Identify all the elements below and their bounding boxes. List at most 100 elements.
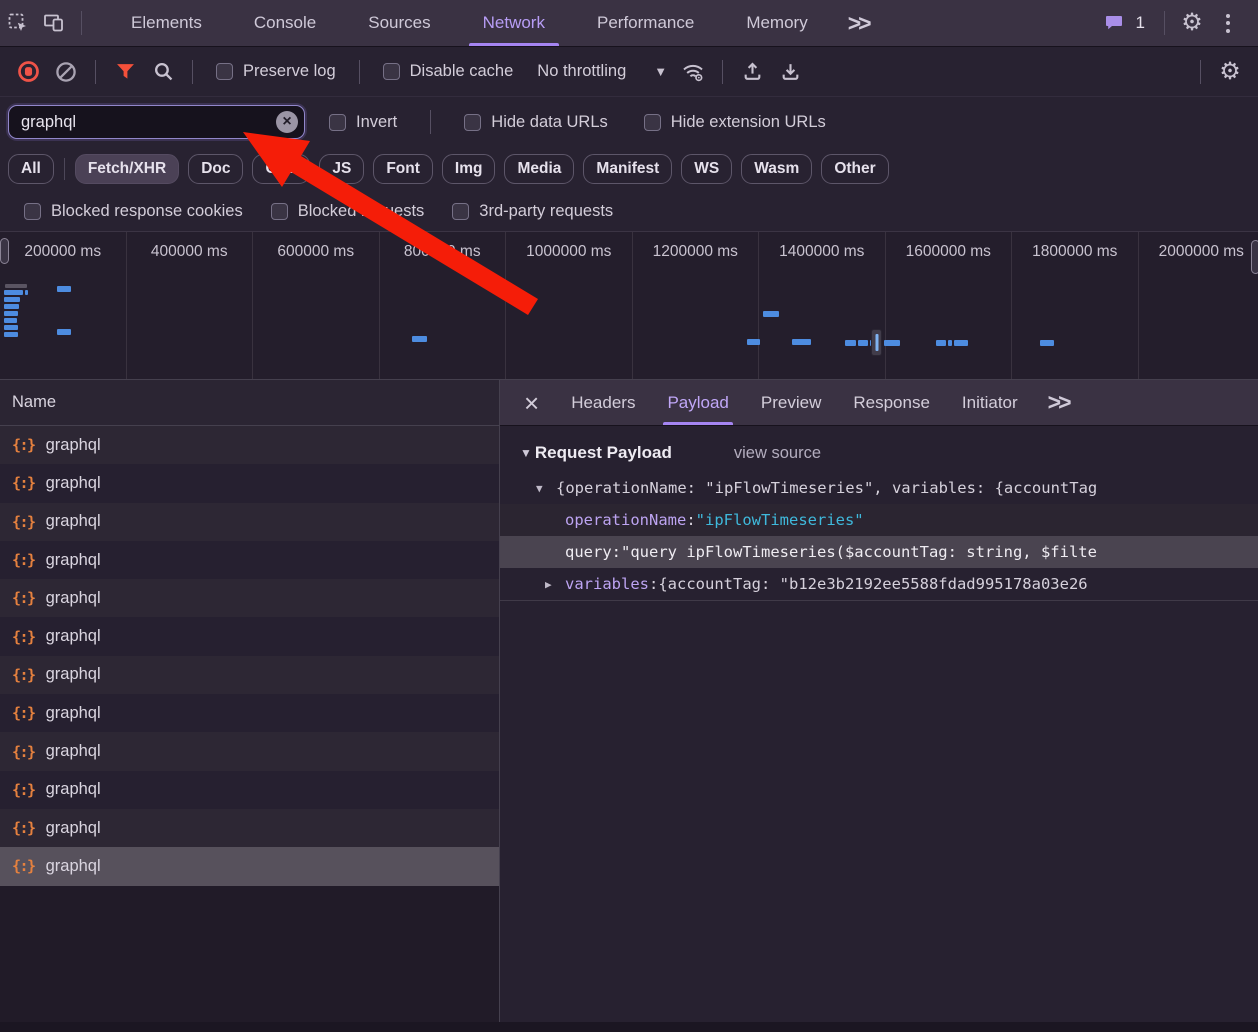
details-tab-response[interactable]: Response <box>837 380 946 425</box>
export-har-icon[interactable] <box>772 54 808 90</box>
timeline-activity-bar <box>57 286 71 292</box>
request-row[interactable]: {:}graphql <box>0 617 499 655</box>
payload-operation-name-row[interactable]: operationName: "ipFlowTimeseries" <box>500 504 1258 536</box>
search-icon[interactable] <box>145 54 181 90</box>
request-row[interactable]: {:}graphql <box>0 809 499 847</box>
timeline-activity-bar <box>936 340 946 346</box>
details-tab-payload[interactable]: Payload <box>651 380 744 425</box>
request-options-row: Blocked response cookies Blocked requests… <box>0 191 1258 232</box>
checkbox-box[interactable] <box>216 63 233 80</box>
record-network-log-icon[interactable] <box>10 54 46 90</box>
timeline-column: 1800000 ms <box>1012 232 1139 379</box>
disclosure-collapsed-icon[interactable]: ▶ <box>545 578 565 591</box>
filter-chip-ws[interactable]: WS <box>681 154 732 184</box>
tab-network[interactable]: Network <box>457 0 571 46</box>
more-tabs-icon[interactable]: >> <box>1048 389 1069 416</box>
filter-chip-css[interactable]: CSS <box>252 154 310 184</box>
preserve-log-checkbox[interactable]: Preserve log <box>216 62 336 81</box>
request-row[interactable]: {:}graphql <box>0 694 499 732</box>
filter-input[interactable]: graphql × <box>8 105 305 139</box>
hide-extension-urls-checkbox[interactable]: Hide extension URLs <box>644 113 826 132</box>
network-filter-row: graphql × Invert Hide data URLs Hide ext… <box>0 97 1258 147</box>
payload-summary-row[interactable]: ▼{operationName: "ipFlowTimeseries", var… <box>500 472 1258 504</box>
filter-chip-other[interactable]: Other <box>821 154 888 184</box>
filter-chip-img[interactable]: Img <box>442 154 496 184</box>
checkbox-box[interactable] <box>271 203 288 220</box>
network-overview-timeline[interactable]: 200000 ms400000 ms600000 ms800000 ms1000… <box>0 232 1258 380</box>
checkbox-blocked-response-cookies[interactable]: Blocked response cookies <box>24 202 243 221</box>
disable-cache-checkbox[interactable]: Disable cache <box>383 62 514 81</box>
timeline-tick-label: 1400000 ms <box>779 243 864 260</box>
clear-network-log-icon[interactable] <box>48 54 84 90</box>
checkbox-3rd-party-requests[interactable]: 3rd-party requests <box>452 202 613 221</box>
close-icon[interactable]: × <box>520 390 543 416</box>
request-name: graphql <box>46 512 101 531</box>
timeline-column: 1200000 ms <box>633 232 760 379</box>
request-row[interactable]: {:}graphql <box>0 732 499 770</box>
checkbox-label: Blocked response cookies <box>51 202 243 221</box>
filter-funnel-icon[interactable] <box>107 54 143 90</box>
filter-chip-all[interactable]: All <box>8 154 54 184</box>
tab-performance[interactable]: Performance <box>571 0 720 46</box>
tab-memory[interactable]: Memory <box>720 0 833 46</box>
filter-chip-manifest[interactable]: Manifest <box>583 154 672 184</box>
request-row[interactable]: {:}graphql <box>0 579 499 617</box>
disclosure-expanded-icon[interactable]: ▼ <box>536 482 556 495</box>
network-conditions-icon[interactable] <box>675 54 711 90</box>
checkbox-blocked-requests[interactable]: Blocked requests <box>271 202 425 221</box>
throttling-select[interactable]: No throttling ▼ <box>537 62 667 81</box>
timeline-activity-bar <box>412 336 427 342</box>
tab-console[interactable]: Console <box>228 0 342 46</box>
details-tab-headers[interactable]: Headers <box>555 380 651 425</box>
tab-elements[interactable]: Elements <box>105 0 228 46</box>
inspect-element-icon[interactable] <box>0 5 36 41</box>
invert-checkbox[interactable]: Invert <box>329 113 397 132</box>
settings-gear-icon[interactable]: ⚙ <box>1174 5 1210 41</box>
checkbox-box[interactable] <box>464 114 481 131</box>
checkbox-label: Hide extension URLs <box>671 113 826 132</box>
request-row[interactable]: {:}graphql <box>0 656 499 694</box>
clear-filter-icon[interactable]: × <box>276 111 298 133</box>
device-toolbar-icon[interactable] <box>36 5 72 41</box>
network-settings-gear-icon[interactable]: ⚙ <box>1212 54 1248 90</box>
kebab-menu-icon[interactable] <box>1210 5 1246 41</box>
issues-message-icon[interactable] <box>1096 5 1132 41</box>
filter-chip-font[interactable]: Font <box>373 154 433 184</box>
request-row[interactable]: {:}graphql <box>0 426 499 464</box>
payload-query-row[interactable]: query: "query ipFlowTimeseries($accountT… <box>500 536 1258 568</box>
filter-input-value[interactable]: graphql <box>21 113 276 132</box>
checkbox-box[interactable] <box>24 203 41 220</box>
details-tab-preview[interactable]: Preview <box>745 380 837 425</box>
timeline-tick-label: 200000 ms <box>24 243 101 260</box>
filter-chip-js[interactable]: JS <box>319 154 364 184</box>
request-row[interactable]: {:}graphql <box>0 464 499 502</box>
timeline-activity-bar <box>4 290 23 295</box>
request-row[interactable]: {:}graphql <box>0 503 499 541</box>
section-expanded-icon[interactable]: ▼ <box>520 446 532 460</box>
payload-variables-row[interactable]: ▶variables: {accountTag: "b12e3b2192ee55… <box>500 568 1258 600</box>
request-details-panel: × HeadersPayloadPreviewResponseInitiator… <box>500 380 1258 1022</box>
view-source-link[interactable]: view source <box>734 444 821 463</box>
details-tab-initiator[interactable]: Initiator <box>946 380 1034 425</box>
name-column-header[interactable]: Name <box>0 380 499 426</box>
filter-chip-wasm[interactable]: Wasm <box>741 154 812 184</box>
request-row[interactable]: {:}graphql <box>0 541 499 579</box>
filter-chip-doc[interactable]: Doc <box>188 154 243 184</box>
hide-data-urls-checkbox[interactable]: Hide data URLs <box>464 113 607 132</box>
tab-sources[interactable]: Sources <box>342 0 456 46</box>
checkbox-box[interactable] <box>329 114 346 131</box>
checkbox-box[interactable] <box>644 114 661 131</box>
request-name: graphql <box>46 742 101 761</box>
import-har-icon[interactable] <box>734 54 770 90</box>
checkbox-box[interactable] <box>452 203 469 220</box>
request-row[interactable]: {:}graphql <box>0 771 499 809</box>
payload-text: "ipFlowTimeseries" <box>696 511 864 529</box>
request-row[interactable]: {:}graphql <box>0 847 499 885</box>
more-tabs-icon[interactable]: >> <box>848 10 869 37</box>
timeline-activity-bar <box>4 311 18 316</box>
timeline-activity-bar <box>747 339 760 345</box>
checkbox-label: Blocked requests <box>298 202 425 221</box>
checkbox-box[interactable] <box>383 63 400 80</box>
filter-chip-media[interactable]: Media <box>504 154 574 184</box>
filter-chip-fetch-xhr[interactable]: Fetch/XHR <box>75 154 179 184</box>
